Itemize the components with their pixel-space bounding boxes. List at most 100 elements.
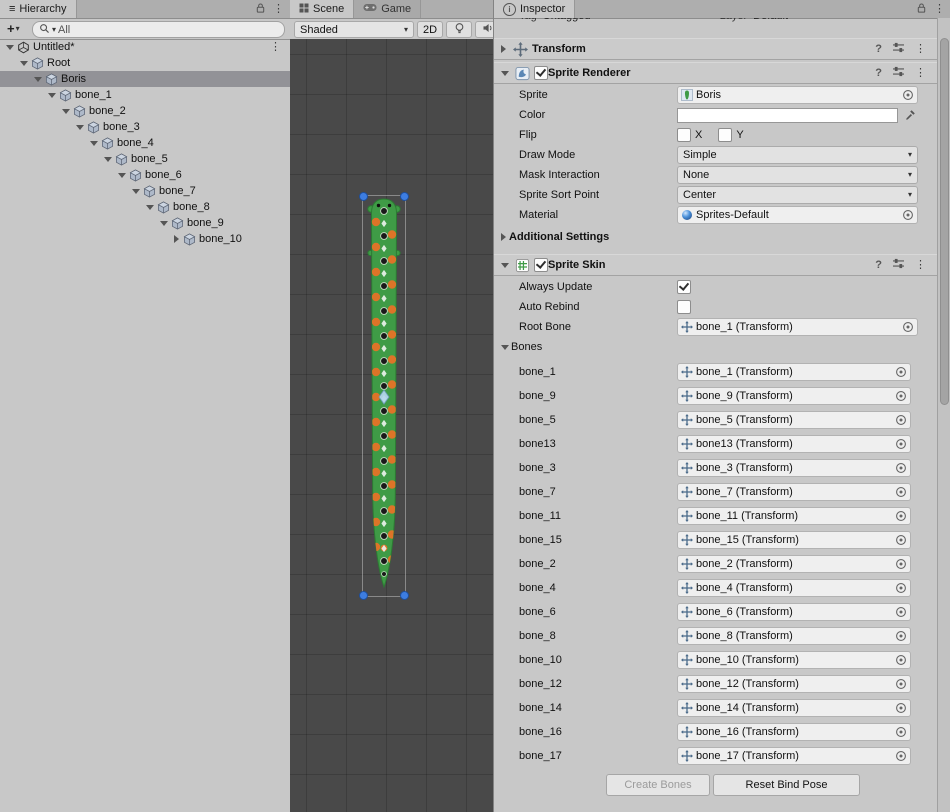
bone-object-field[interactable]: bone_14 (Transform) bbox=[677, 699, 911, 717]
material-object-field[interactable]: Sprites-Default bbox=[677, 206, 918, 224]
foldout-arrow[interactable] bbox=[174, 235, 179, 243]
boris-sprite[interactable] bbox=[363, 196, 405, 596]
inspector-scrollbar-thumb[interactable] bbox=[940, 38, 949, 405]
object-picker-icon[interactable] bbox=[902, 89, 914, 101]
sprite-skin-header[interactable]: Sprite Skin ? ⋮ bbox=[494, 254, 938, 276]
component-enabled-checkbox[interactable] bbox=[534, 258, 548, 272]
foldout-arrow[interactable] bbox=[34, 77, 42, 82]
scene-options-icon[interactable]: ⋮ bbox=[270, 42, 290, 53]
bone-object-field[interactable]: bone_12 (Transform) bbox=[677, 675, 911, 693]
resize-handle-top-left[interactable] bbox=[359, 192, 368, 201]
kebab-menu-icon[interactable]: ⋮ bbox=[934, 4, 945, 15]
object-picker-icon[interactable] bbox=[895, 438, 907, 450]
bone-object-field[interactable]: bone_3 (Transform) bbox=[677, 459, 911, 477]
hierarchy-row-boris[interactable]: Boris bbox=[0, 71, 290, 87]
additional-settings-foldout[interactable]: Additional Settings bbox=[494, 228, 938, 246]
lock-icon[interactable] bbox=[916, 2, 927, 17]
help-icon[interactable]: ? bbox=[875, 67, 882, 79]
object-picker-icon[interactable] bbox=[895, 486, 907, 498]
search-input[interactable]: ▾ All bbox=[32, 21, 285, 38]
bone-object-field[interactable]: bone_9 (Transform) bbox=[677, 387, 911, 405]
foldout-arrow[interactable] bbox=[501, 345, 509, 350]
help-icon[interactable]: ? bbox=[875, 43, 882, 55]
foldout-arrow[interactable] bbox=[6, 45, 14, 50]
foldout-arrow[interactable] bbox=[20, 61, 28, 66]
bone-object-field[interactable]: bone_2 (Transform) bbox=[677, 555, 911, 573]
object-picker-icon[interactable] bbox=[895, 606, 907, 618]
scene-viewport[interactable] bbox=[290, 39, 493, 812]
bone-object-field[interactable]: bone_16 (Transform) bbox=[677, 723, 911, 741]
bone-object-field[interactable]: bone_11 (Transform) bbox=[677, 507, 911, 525]
object-picker-icon[interactable] bbox=[895, 678, 907, 690]
foldout-arrow[interactable] bbox=[90, 141, 98, 146]
help-icon[interactable]: ? bbox=[875, 259, 882, 271]
object-picker-icon[interactable] bbox=[902, 209, 914, 221]
bone-object-field[interactable]: bone_7 (Transform) bbox=[677, 483, 911, 501]
object-picker-icon[interactable] bbox=[895, 654, 907, 666]
foldout-arrow[interactable] bbox=[118, 173, 126, 178]
hierarchy-row-bone-6[interactable]: bone_6 bbox=[0, 167, 290, 183]
object-picker-icon[interactable] bbox=[895, 750, 907, 762]
flip-y-checkbox[interactable] bbox=[718, 128, 732, 142]
object-picker-icon[interactable] bbox=[895, 702, 907, 714]
object-picker-icon[interactable] bbox=[895, 558, 907, 570]
object-picker-icon[interactable] bbox=[895, 582, 907, 594]
object-picker-icon[interactable] bbox=[895, 726, 907, 738]
layer-dropdown[interactable]: Default bbox=[753, 18, 916, 22]
create-object-button[interactable]: + ▾ bbox=[4, 21, 23, 36]
bones-foldout[interactable]: Bones bbox=[494, 338, 938, 356]
reset-bind-pose-button[interactable]: Reset Bind Pose bbox=[713, 774, 860, 796]
presets-icon[interactable] bbox=[892, 66, 905, 80]
hierarchy-row-bone-9[interactable]: bone_9 bbox=[0, 215, 290, 231]
object-picker-icon[interactable] bbox=[895, 414, 907, 426]
object-picker-icon[interactable] bbox=[895, 390, 907, 402]
bone-object-field[interactable]: bone_6 (Transform) bbox=[677, 603, 911, 621]
bone-object-field[interactable]: bone_4 (Transform) bbox=[677, 579, 911, 597]
component-enabled-checkbox[interactable] bbox=[534, 66, 548, 80]
foldout-arrow[interactable] bbox=[48, 93, 56, 98]
hierarchy-row-bone-8[interactable]: bone_8 bbox=[0, 199, 290, 215]
tab-hierarchy[interactable]: ≡ Hierarchy bbox=[0, 0, 77, 18]
tab-inspector[interactable]: i Inspector bbox=[494, 0, 575, 18]
presets-icon[interactable] bbox=[892, 258, 905, 272]
hierarchy-row-bone-5[interactable]: bone_5 bbox=[0, 151, 290, 167]
color-swatch[interactable] bbox=[677, 108, 898, 123]
foldout-arrow[interactable] bbox=[104, 157, 112, 162]
tag-dropdown[interactable]: Untagged bbox=[543, 18, 706, 22]
bone-object-field[interactable]: bone_8 (Transform) bbox=[677, 627, 911, 645]
audio-toggle-button[interactable] bbox=[475, 21, 493, 38]
hierarchy-row-root[interactable]: Root bbox=[0, 55, 290, 71]
foldout-arrow[interactable] bbox=[76, 125, 84, 130]
hierarchy-row-bone-3[interactable]: bone_3 bbox=[0, 119, 290, 135]
bone-object-field[interactable]: bone_17 (Transform) bbox=[677, 747, 911, 765]
sprite-object-field[interactable]: Boris bbox=[677, 86, 918, 104]
shading-mode-dropdown[interactable]: Shaded ▾ bbox=[294, 21, 414, 38]
resize-handle-bottom-right[interactable] bbox=[400, 591, 409, 600]
tab-scene[interactable]: Scene bbox=[290, 0, 354, 18]
resize-handle-bottom-left[interactable] bbox=[359, 591, 368, 600]
foldout-arrow[interactable] bbox=[62, 109, 70, 114]
object-picker-icon[interactable] bbox=[895, 510, 907, 522]
draw-mode-dropdown[interactable]: Simple ▾ bbox=[677, 146, 918, 164]
kebab-menu-icon[interactable]: ⋮ bbox=[915, 44, 926, 55]
hierarchy-row-untitled-[interactable]: Untitled*⋮ bbox=[0, 39, 290, 55]
hierarchy-row-bone-7[interactable]: bone_7 bbox=[0, 183, 290, 199]
foldout-arrow[interactable] bbox=[501, 263, 509, 268]
sprite-renderer-header[interactable]: Sprite Renderer ? ⋮ bbox=[494, 62, 938, 84]
transform-header[interactable]: Transform ? ⋮ bbox=[494, 38, 938, 60]
always-update-checkbox[interactable] bbox=[677, 280, 691, 294]
mask-interaction-dropdown[interactable]: None ▾ bbox=[677, 166, 918, 184]
kebab-menu-icon[interactable]: ⋮ bbox=[915, 68, 926, 79]
bone-object-field[interactable]: bone_5 (Transform) bbox=[677, 411, 911, 429]
foldout-arrow[interactable] bbox=[132, 189, 140, 194]
lighting-toggle-button[interactable] bbox=[446, 21, 472, 38]
sprite-selection-box[interactable] bbox=[362, 195, 406, 597]
bone-object-field[interactable]: bone_15 (Transform) bbox=[677, 531, 911, 549]
inspector-scrollbar[interactable] bbox=[937, 18, 950, 812]
flip-x-checkbox[interactable] bbox=[677, 128, 691, 142]
hierarchy-row-bone-4[interactable]: bone_4 bbox=[0, 135, 290, 151]
foldout-arrow[interactable] bbox=[501, 45, 506, 53]
object-picker-icon[interactable] bbox=[902, 321, 914, 333]
foldout-arrow[interactable] bbox=[501, 233, 506, 241]
resize-handle-top-right[interactable] bbox=[400, 192, 409, 201]
